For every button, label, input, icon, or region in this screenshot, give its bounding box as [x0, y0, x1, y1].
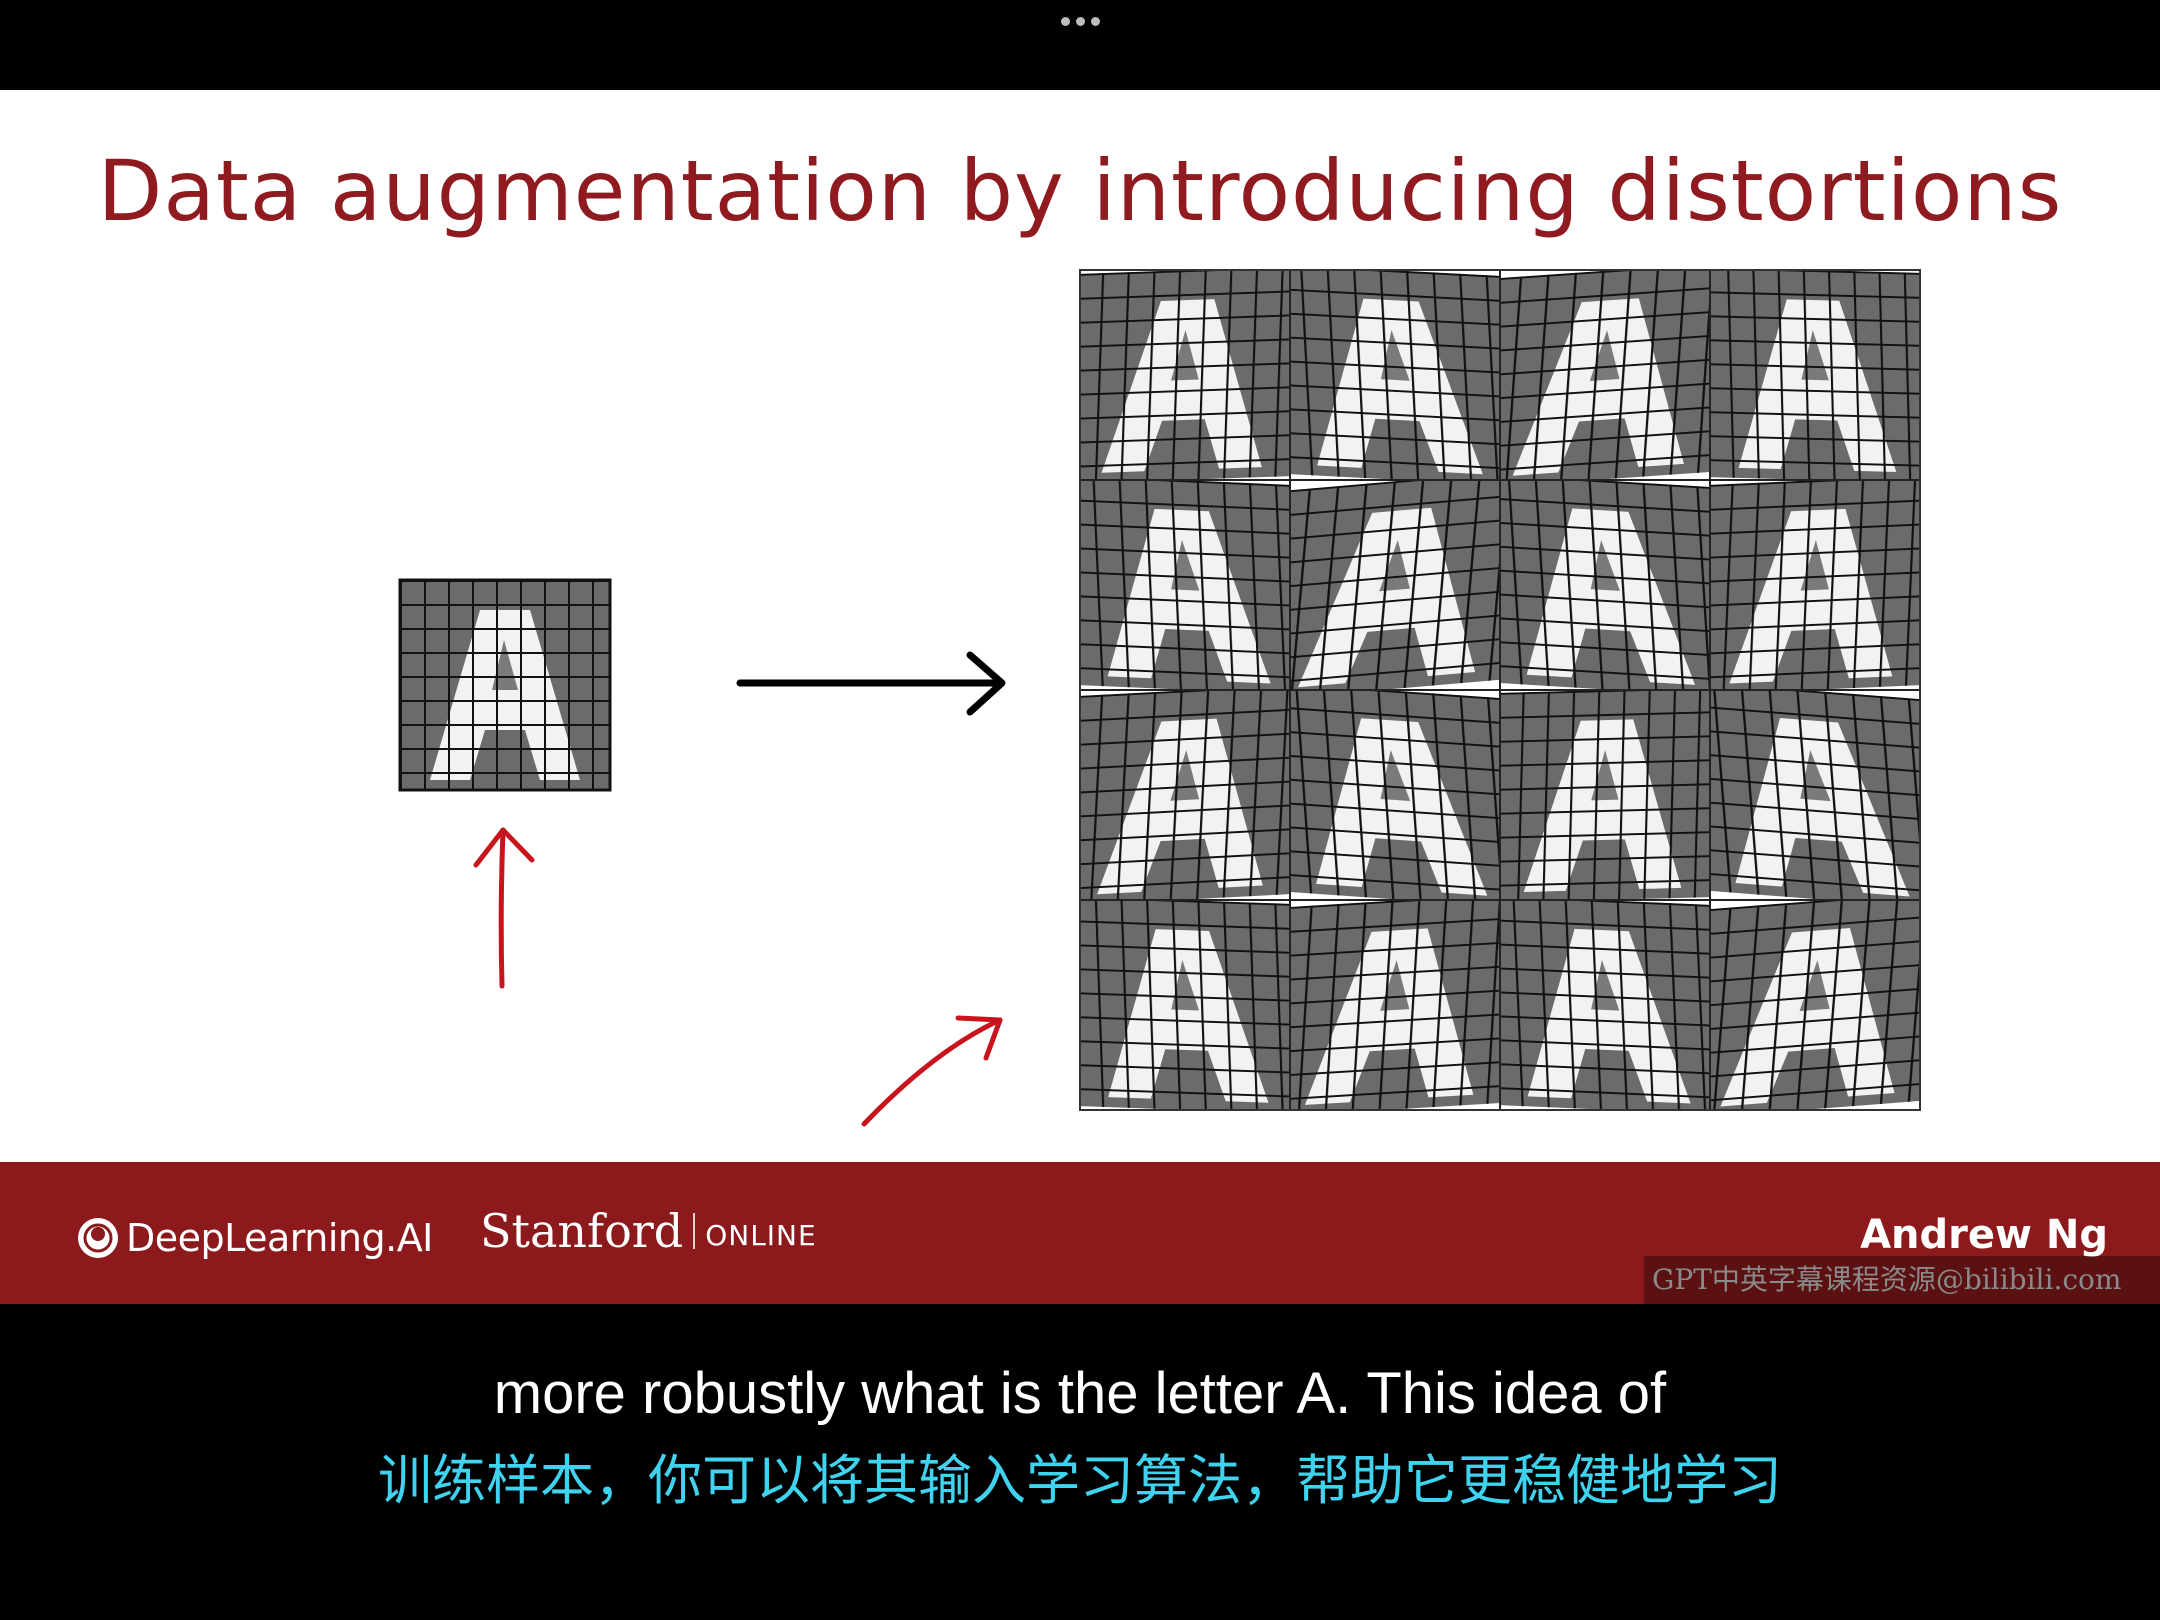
deeplearning-logo-icon	[78, 1218, 118, 1258]
more-horizontal-icon[interactable]	[1056, 14, 1104, 28]
presenter-name: Andrew Ng	[1860, 1212, 2108, 1258]
deeplearning-logo-text: DeepLearning.AI	[126, 1216, 433, 1260]
distorted-letter-A-tile	[1709, 269, 1921, 481]
distorted-letter-A-tile	[1709, 479, 1921, 691]
original-letter-A-image	[398, 578, 612, 792]
stanford-word: Stanford	[480, 1204, 684, 1258]
distorted-letter-A-tile	[1709, 689, 1921, 901]
distorted-letter-A-tile	[1079, 689, 1291, 901]
distorted-letter-A-tile	[1079, 479, 1291, 691]
distorted-letter-A-tile	[1499, 269, 1711, 481]
subtitle-english: more robustly what is the letter A. This…	[493, 1361, 1667, 1426]
slide: Data augmentation by introducing distort…	[0, 90, 2160, 1162]
distorted-letter-A-tile	[1289, 899, 1501, 1111]
logo-divider	[693, 1213, 696, 1249]
watermark: GPT中英字幕课程资源@bilibili.com	[1644, 1256, 2160, 1304]
distorted-letter-A-tile	[1079, 269, 1291, 481]
distorted-letter-A-tile	[1499, 899, 1711, 1111]
distorted-letter-A-tile	[1709, 899, 1921, 1111]
distorted-letter-A-tile	[1499, 689, 1711, 901]
stanford-online-logo: Stanford ONLINE	[480, 1204, 817, 1258]
deeplearning-ai-logo: DeepLearning.AI	[76, 1216, 433, 1260]
top-bar	[0, 0, 2160, 90]
online-word: ONLINE	[705, 1218, 817, 1252]
distorted-letter-A-tile	[1079, 899, 1291, 1111]
red-annotation-arrow-diagonal	[861, 1015, 1003, 1127]
slide-figure	[398, 269, 1921, 1127]
distorted-examples-grid	[1079, 269, 1921, 1111]
subtitle-chinese: 训练样本，你可以将其输入学习算法，帮助它更稳健地学习	[378, 1449, 1782, 1512]
distorted-letter-A-tile	[1499, 479, 1711, 691]
distorted-letter-A-tile	[1289, 479, 1501, 691]
distorted-letter-A-tile	[1289, 689, 1501, 901]
red-annotation-arrow-up	[473, 827, 535, 989]
distorted-letter-A-tile	[1289, 269, 1501, 481]
right-arrow	[736, 651, 1006, 716]
